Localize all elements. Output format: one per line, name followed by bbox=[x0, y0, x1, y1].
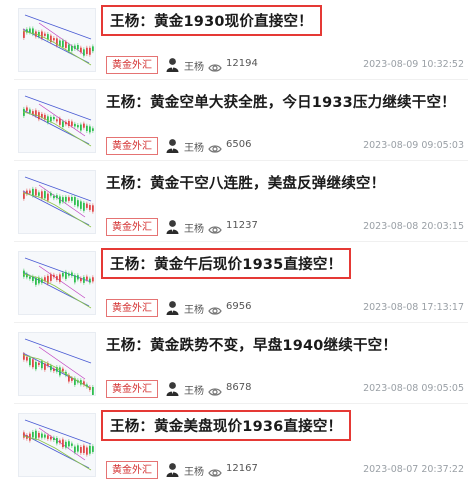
chart-thumbnail[interactable] bbox=[18, 251, 96, 315]
publish-time: 2023-08-09 10:32:52 bbox=[363, 59, 464, 70]
category-tag[interactable]: 黄金外汇 bbox=[106, 56, 158, 74]
article-meta: 黄金外汇 王杨 6506 2023-08-09 09:05:03 bbox=[106, 137, 468, 157]
publish-time: 2023-08-08 17:13:17 bbox=[363, 302, 464, 313]
article-title[interactable]: 王杨：黄金美盘现价1936直接空！ bbox=[100, 410, 352, 441]
view-count: 12194 bbox=[226, 58, 258, 69]
article-meta: 黄金外汇 王杨 12167 2023-08-07 20:37:22 bbox=[106, 461, 468, 481]
eye-icon bbox=[208, 464, 222, 483]
category-tag[interactable]: 黄金外汇 bbox=[106, 299, 158, 317]
divider bbox=[14, 241, 468, 242]
publish-time: 2023-08-07 20:37:22 bbox=[363, 464, 464, 475]
article-meta: 黄金外汇 王杨 6956 2023-08-08 17:13:17 bbox=[106, 299, 468, 319]
view-count: 6956 bbox=[226, 301, 252, 312]
chart-thumbnail[interactable] bbox=[18, 89, 96, 153]
publish-time: 2023-08-08 20:03:15 bbox=[363, 221, 464, 232]
chart-thumbnail[interactable] bbox=[18, 413, 96, 477]
author-name[interactable]: 王杨 bbox=[184, 139, 204, 154]
article-item[interactable]: 王杨：黄金干空八连胜，美盘反弹继续空！ 黄金外汇 王杨 11237 2023-0… bbox=[0, 162, 474, 242]
author-name[interactable]: 王杨 bbox=[184, 301, 204, 316]
avatar bbox=[166, 300, 179, 315]
category-tag[interactable]: 黄金外汇 bbox=[106, 218, 158, 236]
article-meta: 黄金外汇 王杨 12194 2023-08-09 10:32:52 bbox=[106, 56, 468, 76]
avatar bbox=[166, 381, 179, 396]
divider bbox=[14, 403, 468, 404]
avatar bbox=[166, 462, 179, 477]
author-name[interactable]: 王杨 bbox=[184, 463, 204, 478]
article-item[interactable]: 王杨：黄金午后现价1935直接空！ 黄金外汇 王杨 6956 2023-08-0… bbox=[0, 243, 474, 323]
publish-time: 2023-08-09 09:05:03 bbox=[363, 140, 464, 151]
publish-time: 2023-08-08 09:05:05 bbox=[363, 383, 464, 394]
divider bbox=[14, 160, 468, 161]
author-name[interactable]: 王杨 bbox=[184, 382, 204, 397]
article-meta: 黄金外汇 王杨 8678 2023-08-08 09:05:05 bbox=[106, 380, 468, 400]
article-title[interactable]: 王杨：黄金午后现价1935直接空！ bbox=[100, 248, 352, 279]
eye-icon bbox=[208, 383, 222, 402]
article-item[interactable]: 王杨：黄金跌势不变，早盘1940继续干空！ 黄金外汇 王杨 8678 2023-… bbox=[0, 324, 474, 404]
author-name[interactable]: 王杨 bbox=[184, 220, 204, 235]
article-list: 王杨：黄金1930现价直接空！ 黄金外汇 王杨 12194 2023-08-09… bbox=[0, 0, 474, 485]
divider bbox=[14, 79, 468, 80]
eye-icon bbox=[208, 59, 222, 78]
category-tag[interactable]: 黄金外汇 bbox=[106, 137, 158, 155]
view-count: 6506 bbox=[226, 139, 252, 150]
avatar bbox=[166, 219, 179, 234]
article-item[interactable]: 王杨：黄金美盘现价1936直接空！ 黄金外汇 王杨 12167 2023-08-… bbox=[0, 405, 474, 485]
divider bbox=[14, 322, 468, 323]
article-title[interactable]: 王杨：黄金1930现价直接空！ bbox=[101, 5, 322, 36]
chart-thumbnail[interactable] bbox=[18, 8, 96, 72]
avatar bbox=[166, 138, 179, 153]
category-tag[interactable]: 黄金外汇 bbox=[106, 380, 158, 398]
eye-icon bbox=[208, 302, 222, 321]
article-item[interactable]: 王杨：黄金1930现价直接空！ 黄金外汇 王杨 12194 2023-08-09… bbox=[0, 0, 474, 80]
avatar bbox=[166, 57, 179, 72]
chart-thumbnail[interactable] bbox=[18, 332, 96, 396]
article-meta: 黄金外汇 王杨 11237 2023-08-08 20:03:15 bbox=[106, 218, 468, 238]
chart-thumbnail[interactable] bbox=[18, 170, 96, 234]
article-item[interactable]: 王杨：黄金空单大获全胜，今日1933压力继续干空！ 黄金外汇 王杨 6506 2… bbox=[0, 81, 474, 161]
author-name[interactable]: 王杨 bbox=[184, 58, 204, 73]
view-count: 11237 bbox=[226, 220, 258, 231]
view-count: 8678 bbox=[226, 382, 252, 393]
article-title[interactable]: 王杨：黄金空单大获全胜，今日1933压力继续干空！ bbox=[106, 91, 456, 112]
view-count: 12167 bbox=[226, 463, 258, 474]
article-title[interactable]: 王杨：黄金干空八连胜，美盘反弹继续空！ bbox=[106, 172, 385, 193]
eye-icon bbox=[208, 221, 222, 240]
category-tag[interactable]: 黄金外汇 bbox=[106, 461, 158, 479]
article-title[interactable]: 王杨：黄金跌势不变，早盘1940继续干空！ bbox=[106, 334, 397, 355]
eye-icon bbox=[208, 140, 222, 159]
